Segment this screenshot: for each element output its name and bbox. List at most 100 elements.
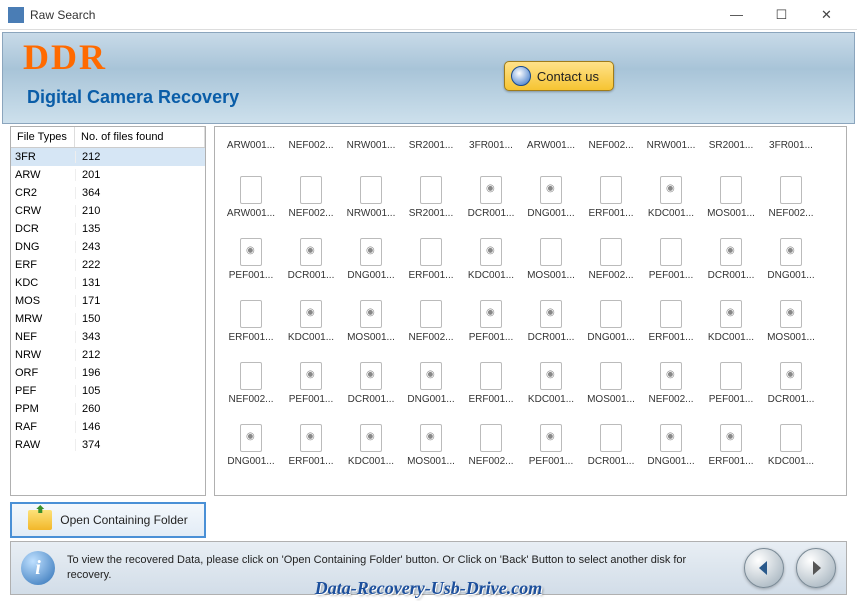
file-item[interactable]: DCR001... [342,347,400,405]
file-item[interactable]: DNG001... [642,409,700,467]
file-type-row[interactable]: ERF222 [11,256,205,274]
file-item[interactable]: SR2001... [402,161,460,219]
file-item[interactable]: MOS001... [342,285,400,343]
file-type-row[interactable]: 3FR212 [11,148,205,166]
file-item[interactable]: NEF002... [762,161,820,219]
file-item[interactable]: PEF001... [462,285,520,343]
back-button[interactable] [744,548,784,588]
file-item[interactable]: PEF001... [222,223,280,281]
maximize-button[interactable]: ☐ [759,1,804,29]
file-type-row[interactable]: RAW374 [11,436,205,454]
file-item[interactable]: ERF001... [702,409,760,467]
file-item[interactable]: NRW001... [342,161,400,219]
file-item[interactable]: SR2001... [702,133,760,157]
contact-us-button[interactable]: Contact us [504,61,614,91]
file-types-list[interactable]: 3FR212ARW201CR2364CRW210DCR135DNG243ERF2… [11,148,205,495]
file-item[interactable]: MOS001... [702,161,760,219]
file-item[interactable]: ERF001... [282,409,340,467]
file-item[interactable]: DCR001... [282,223,340,281]
file-item[interactable]: NEF002... [642,347,700,405]
file-item[interactable]: 3FR001... [462,133,520,157]
file-item[interactable]: MOS001... [402,409,460,467]
file-type-row[interactable]: PPM260 [11,400,205,418]
file-item[interactable]: PEF001... [642,223,700,281]
file-name: NEF002... [643,394,699,405]
file-type-count: 150 [75,313,205,325]
file-item[interactable]: 3FR001... [762,133,820,157]
open-folder-label: Open Containing Folder [60,513,187,527]
file-item[interactable]: MOS001... [582,347,640,405]
file-type-row[interactable]: ARW201 [11,166,205,184]
file-item[interactable]: KDC001... [462,223,520,281]
file-item[interactable]: NEF002... [582,133,640,157]
file-type-row[interactable]: CR2364 [11,184,205,202]
file-item[interactable]: ARW001... [222,133,280,157]
file-item[interactable]: KDC001... [522,347,580,405]
file-item[interactable]: NEF002... [402,285,460,343]
file-item[interactable]: KDC001... [342,409,400,467]
file-item[interactable]: KDC001... [702,285,760,343]
file-item[interactable]: PEF001... [522,409,580,467]
file-item[interactable]: SR2001... [402,133,460,157]
file-item[interactable]: DNG001... [342,223,400,281]
file-item[interactable]: ARW001... [522,133,580,157]
col-count[interactable]: No. of files found [75,127,205,147]
file-item[interactable]: ERF001... [402,223,460,281]
file-item[interactable]: ERF001... [222,285,280,343]
file-item[interactable]: KDC001... [642,161,700,219]
file-item[interactable]: NRW001... [342,133,400,157]
file-type-row[interactable]: ORF196 [11,364,205,382]
file-item[interactable]: ERF001... [642,285,700,343]
file-type-row[interactable]: RAF146 [11,418,205,436]
file-item[interactable]: DNG001... [522,161,580,219]
file-item[interactable]: DNG001... [762,223,820,281]
file-type-row[interactable]: KDC131 [11,274,205,292]
file-type-row[interactable]: MRW150 [11,310,205,328]
file-type-row[interactable]: NRW212 [11,346,205,364]
file-item[interactable]: DCR001... [522,285,580,343]
file-name: SR2001... [403,208,459,219]
file-type-row[interactable]: PEF105 [11,382,205,400]
file-item[interactable]: DCR001... [762,347,820,405]
file-icon [420,300,442,328]
file-icon [360,362,382,390]
file-item[interactable]: DNG001... [582,285,640,343]
file-item[interactable]: MOS001... [762,285,820,343]
file-icon [300,300,322,328]
file-item[interactable]: DCR001... [462,161,520,219]
file-item[interactable]: DNG001... [222,409,280,467]
file-item[interactable]: NEF002... [282,133,340,157]
col-file-types[interactable]: File Types [11,127,75,147]
file-item[interactable]: NEF002... [462,409,520,467]
file-item[interactable]: KDC001... [762,409,820,467]
file-item[interactable]: KDC001... [282,285,340,343]
close-button[interactable]: ✕ [804,1,849,29]
file-type-row[interactable]: DCR135 [11,220,205,238]
file-item[interactable]: MOS001... [522,223,580,281]
file-item[interactable]: DNG001... [402,347,460,405]
file-item[interactable]: DCR001... [702,223,760,281]
file-item[interactable]: NEF002... [282,161,340,219]
file-item[interactable]: ARW001... [222,161,280,219]
file-item[interactable]: PEF001... [702,347,760,405]
file-item[interactable]: DCR001... [582,409,640,467]
file-icon [660,424,682,452]
file-item[interactable]: NEF002... [582,223,640,281]
file-item[interactable]: ERF001... [582,161,640,219]
next-button[interactable] [796,548,836,588]
file-type-row[interactable]: NEF343 [11,328,205,346]
files-grid-panel[interactable]: ARW001...NEF002...NRW001...SR2001...3FR0… [214,126,847,496]
file-type-name: CR2 [11,187,75,199]
file-item[interactable]: PEF001... [282,347,340,405]
file-name: DCR001... [523,332,579,343]
minimize-button[interactable]: — [714,1,759,29]
file-type-row[interactable]: DNG243 [11,238,205,256]
file-item[interactable]: NRW001... [642,133,700,157]
file-type-row[interactable]: CRW210 [11,202,205,220]
file-item[interactable]: ERF001... [462,347,520,405]
file-type-row[interactable]: MOS171 [11,292,205,310]
open-containing-folder-button[interactable]: Open Containing Folder [10,502,206,538]
file-item[interactable]: NEF002... [222,347,280,405]
file-icon [480,238,502,266]
file-icon [240,362,262,390]
